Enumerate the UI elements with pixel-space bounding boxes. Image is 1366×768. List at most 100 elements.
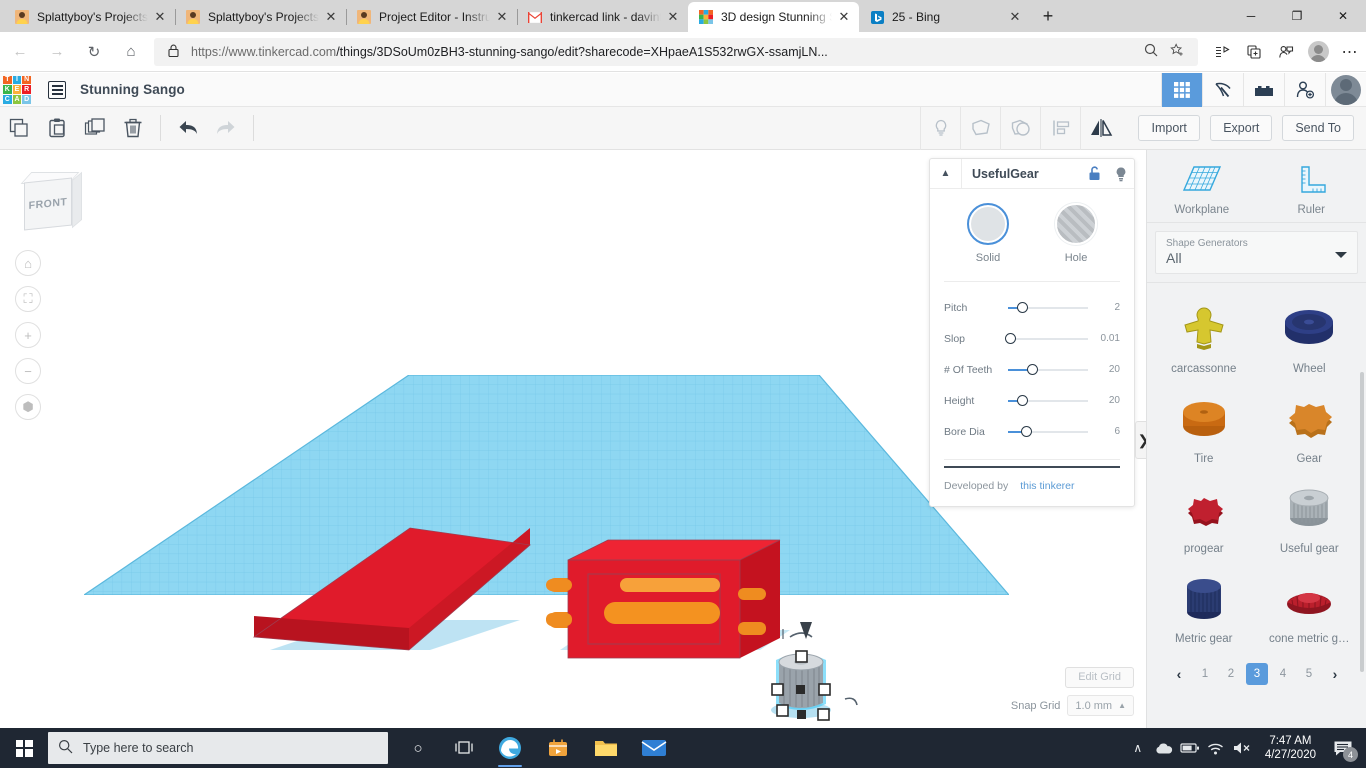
mail-icon[interactable] — [630, 728, 678, 768]
list-menu-icon[interactable] — [48, 80, 66, 99]
solid-option[interactable]: Solid — [949, 203, 1027, 264]
slider-knob[interactable] — [1004, 332, 1016, 344]
view-cube-front-face[interactable]: FRONT — [24, 177, 72, 231]
share-icon[interactable] — [1270, 36, 1302, 68]
lightbulb-hint-icon[interactable] — [920, 106, 960, 150]
taskbar-search-input[interactable]: Type here to search — [48, 732, 388, 764]
notifications-button[interactable]: 4 — [1326, 728, 1360, 768]
ungroup-icon[interactable] — [1000, 106, 1040, 150]
tab-close-button[interactable]: ✕ — [322, 8, 340, 26]
slider-knob[interactable] — [1017, 301, 1029, 313]
param-slider-pitch[interactable] — [1008, 300, 1088, 316]
shape-item-carcassonne[interactable]: carcassonne — [1151, 291, 1257, 379]
undo-icon[interactable] — [169, 107, 207, 150]
address-bar[interactable]: https://www.tinkercad.com/things/3DSoUm0… — [154, 37, 1198, 66]
shape-item-cone-metric-gear[interactable]: cone metric g… — [1257, 561, 1363, 649]
export-button[interactable]: Export — [1210, 115, 1273, 141]
new-tab-button[interactable]: + — [1034, 2, 1062, 30]
param-slider-slop[interactable] — [1004, 331, 1088, 347]
tab-close-button[interactable]: ✕ — [493, 8, 511, 26]
mirror-flip-icon[interactable] — [1080, 106, 1120, 150]
file-explorer-icon[interactable] — [582, 728, 630, 768]
onedrive-icon[interactable] — [1151, 728, 1177, 768]
fit-to-view-icon[interactable]: ⛶ — [15, 286, 41, 312]
zoom-in-icon[interactable]: + — [15, 322, 41, 348]
pagination-page-2[interactable]: 2 — [1220, 663, 1242, 685]
tab-collections-icon[interactable] — [1238, 36, 1270, 68]
param-slider-height[interactable] — [1008, 393, 1088, 409]
cortana-icon[interactable]: ○ — [396, 728, 440, 768]
slider-knob[interactable] — [1027, 363, 1038, 375]
delete-icon[interactable] — [114, 107, 152, 150]
pagination-next[interactable]: › — [1324, 663, 1346, 685]
sidebar-item-workplane[interactable]: Workplane — [1147, 160, 1257, 216]
store-icon[interactable] — [534, 728, 582, 768]
reload-icon[interactable]: ↻ — [77, 36, 111, 68]
task-view-icon[interactable] — [442, 728, 486, 768]
collections-icon[interactable] — [1206, 36, 1238, 68]
pagination-page-1[interactable]: 1 — [1194, 663, 1216, 685]
shape-item-useful-gear[interactable]: Useful gear — [1257, 471, 1363, 559]
tab-close-button[interactable]: ✕ — [835, 8, 853, 26]
edit-grid-button[interactable]: Edit Grid — [1065, 667, 1134, 688]
wifi-icon[interactable] — [1203, 728, 1229, 768]
shape-item-metric-gear[interactable]: Metric gear — [1151, 561, 1257, 649]
grid-view-icon[interactable] — [1161, 72, 1202, 107]
browser-tab-4[interactable]: tinkercad link - davinfis ✕ — [517, 2, 688, 32]
redo-icon[interactable] — [207, 107, 245, 150]
tab-close-button[interactable]: ✕ — [1006, 8, 1024, 26]
favorite-star-icon[interactable] — [1164, 43, 1190, 60]
show-hidden-icons-chevron[interactable]: ∧ — [1125, 728, 1151, 768]
shape-item-tire[interactable]: Tire — [1151, 381, 1257, 469]
view-cube[interactable]: FRONT — [18, 171, 88, 242]
minimize-button[interactable]: ─ — [1228, 0, 1274, 32]
inspector-collapse-icon[interactable]: ▲ — [930, 159, 962, 188]
param-slider-bore[interactable] — [1008, 424, 1088, 440]
tab-close-button[interactable]: ✕ — [151, 8, 169, 26]
windows-start-icon[interactable] — [0, 728, 48, 768]
blocks-icon[interactable] — [1243, 72, 1284, 107]
profile-icon[interactable] — [1302, 36, 1334, 68]
slider-knob[interactable] — [1017, 394, 1029, 406]
browser-tab-3[interactable]: Project Editor - Instruct ✕ — [346, 2, 518, 32]
shape-item-gear[interactable]: Gear — [1257, 381, 1363, 469]
hole-swatch[interactable] — [1055, 203, 1097, 245]
pagination-prev[interactable]: ‹ — [1168, 663, 1190, 685]
volume-muted-icon[interactable] — [1229, 728, 1255, 768]
home-view-icon[interactable]: ⌂ — [15, 250, 41, 276]
hole-option[interactable]: Hole — [1037, 203, 1115, 264]
snap-grid-select[interactable]: 1.0 mm ▲ — [1067, 695, 1134, 716]
battery-icon[interactable] — [1177, 728, 1203, 768]
shape-item-progear[interactable]: progear — [1151, 471, 1257, 559]
edge-icon[interactable] — [486, 728, 534, 768]
shape-generators-select[interactable]: Shape Generators All — [1155, 231, 1358, 274]
taskbar-clock[interactable]: 7:47 AM 4/27/2020 — [1255, 734, 1326, 763]
paste-icon[interactable] — [38, 107, 76, 150]
view-cube-side-face[interactable] — [72, 171, 82, 229]
zoom-out-icon[interactable] — [1138, 43, 1164, 60]
copy-icon[interactable] — [0, 107, 38, 150]
tab-close-button[interactable]: ✕ — [664, 8, 682, 26]
lightbulb-icon[interactable] — [1108, 166, 1134, 182]
slider-knob[interactable] — [1020, 425, 1032, 437]
home-icon[interactable]: ⌂ — [114, 36, 148, 68]
browser-tab-5-active[interactable]: 3D design Stunning San ✕ — [688, 2, 859, 32]
window-close-button[interactable]: ✕ — [1320, 0, 1366, 32]
browser-tab-6[interactable]: 25 - Bing ✕ — [859, 2, 1030, 32]
tinkercad-logo[interactable]: T I N K E R C A D — [0, 73, 34, 107]
sidebar-item-ruler[interactable]: Ruler — [1257, 160, 1366, 216]
sendto-button[interactable]: Send To — [1282, 115, 1354, 141]
perspective-toggle-icon[interactable]: ⬢ — [15, 394, 41, 420]
invite-person-icon[interactable] — [1284, 72, 1325, 107]
back-icon[interactable]: ← — [3, 36, 37, 68]
solid-swatch[interactable] — [967, 203, 1009, 245]
developer-link[interactable]: this tinkerer — [1020, 480, 1074, 492]
pagination-page-4[interactable]: 4 — [1272, 663, 1294, 685]
param-slider-teeth[interactable] — [1008, 362, 1088, 378]
import-button[interactable]: Import — [1138, 115, 1201, 141]
align-icon[interactable] — [1040, 106, 1080, 150]
user-avatar[interactable] — [1325, 72, 1366, 107]
codeblocks-pickaxe-icon[interactable] — [1202, 72, 1243, 107]
shape-item-wheel[interactable]: Wheel — [1257, 291, 1363, 379]
duplicate-icon[interactable] — [76, 107, 114, 150]
